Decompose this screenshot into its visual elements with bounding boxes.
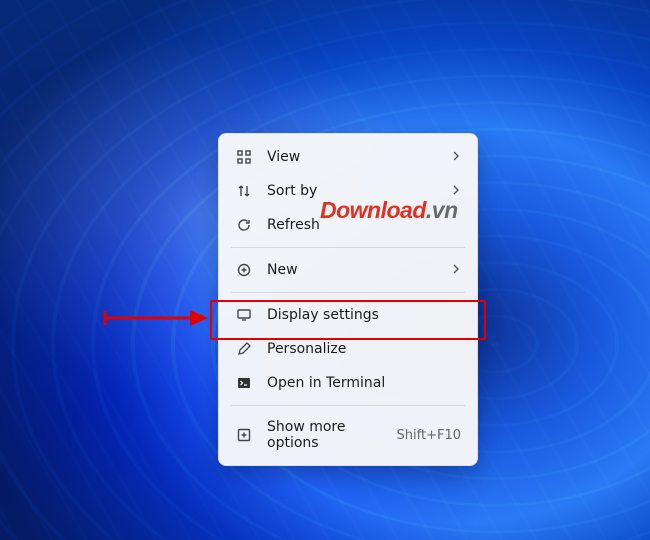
menu-item-label: New <box>267 262 437 278</box>
menu-separator <box>231 405 465 406</box>
annotation-highlight-box <box>210 300 486 340</box>
display-monitor-icon <box>235 306 253 324</box>
desktop-context-menu: View Sort by Refresh <box>218 133 478 466</box>
menu-item-label: Show more options <box>267 419 383 451</box>
menu-item-view[interactable]: View <box>223 140 473 174</box>
menu-item-display-settings[interactable]: Display settings <box>223 298 473 332</box>
chevron-right-icon <box>451 149 461 165</box>
menu-item-sort-by[interactable]: Sort by <box>223 174 473 208</box>
watermark-logo: Download.vn <box>320 197 458 224</box>
menu-item-label: View <box>267 149 437 165</box>
menu-item-label: Sort by <box>267 183 437 199</box>
menu-separator <box>231 247 465 248</box>
menu-item-shortcut: Shift+F10 <box>397 428 461 443</box>
chevron-right-icon <box>451 183 461 199</box>
annotation-arrow <box>100 298 210 338</box>
watermark-suffix: .vn <box>426 197 458 223</box>
sort-icon <box>235 182 253 200</box>
menu-item-label: Display settings <box>267 307 461 323</box>
show-more-options-icon <box>235 426 253 444</box>
refresh-icon <box>235 216 253 234</box>
personalize-paint-icon <box>235 340 253 358</box>
menu-item-personalize[interactable]: Personalize <box>223 332 473 366</box>
new-plus-icon <box>235 261 253 279</box>
menu-item-refresh[interactable]: Refresh <box>223 208 473 242</box>
menu-item-label: Personalize <box>267 341 461 357</box>
view-grid-icon <box>235 148 253 166</box>
terminal-icon <box>235 374 253 392</box>
desktop-wallpaper[interactable]: View Sort by Refresh <box>0 0 650 540</box>
menu-item-label: Open in Terminal <box>267 375 461 391</box>
watermark-main: Download <box>320 197 426 223</box>
menu-separator <box>231 292 465 293</box>
menu-item-new[interactable]: New <box>223 253 473 287</box>
chevron-right-icon <box>451 262 461 278</box>
menu-item-label: Refresh <box>267 217 461 233</box>
menu-item-open-terminal[interactable]: Open in Terminal <box>223 366 473 400</box>
menu-item-show-more-options[interactable]: Show more options Shift+F10 <box>223 411 473 459</box>
